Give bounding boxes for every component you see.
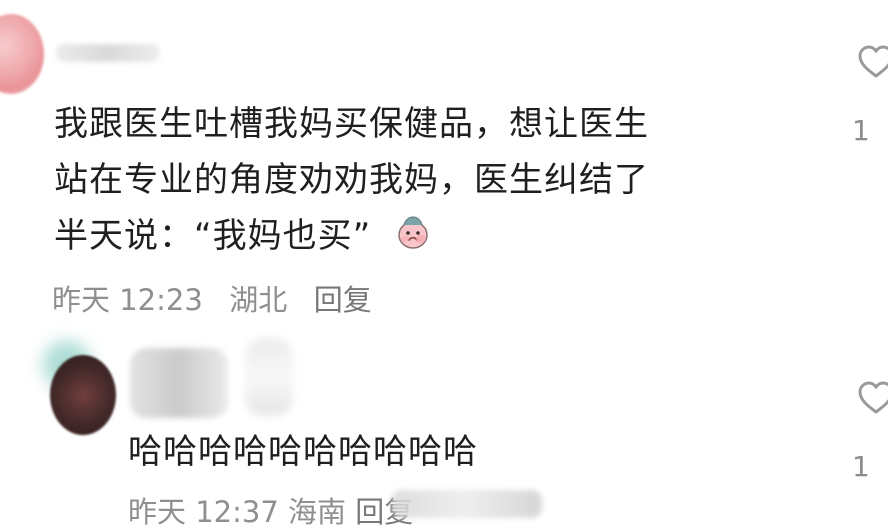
comment-time: 昨天 12:23 <box>52 283 203 317</box>
comment-reply-link[interactable]: 回复 <box>314 280 372 320</box>
commenter-avatar[interactable] <box>0 14 44 94</box>
sad-face-sticker-icon <box>393 213 433 253</box>
reply-meta-row: 昨天 12:37 海南 回复 <box>128 494 413 528</box>
comment-line-3: 半天说：“我妈也买” <box>54 208 774 264</box>
reply-avatar[interactable] <box>50 355 116 435</box>
commenter-username-obscured <box>56 44 160 62</box>
reply-like-area[interactable]: 1 <box>848 378 888 488</box>
comment-line-3-text: 半天说：“我妈也买” <box>54 216 372 256</box>
comment-location: 湖北 <box>229 283 288 317</box>
reply-username-obscured <box>130 348 228 418</box>
reply-badge-obscured <box>245 338 293 416</box>
heart-icon[interactable] <box>856 42 888 82</box>
reply-meta-obscured <box>392 490 542 518</box>
comment-like-area[interactable]: 1 <box>848 42 888 142</box>
reply-time: 昨天 12:37 <box>128 495 279 528</box>
comment-line-1: 我跟医生吐槽我妈买保健品，想让医生 <box>54 104 649 144</box>
reply-comment-text: 哈哈哈哈哈哈哈哈哈哈 <box>128 432 478 472</box>
comment-meta-row: 昨天 12:23 湖北 回复 <box>52 278 372 320</box>
reply-like-count: 1 <box>852 450 870 483</box>
comment-line-2: 站在专业的角度劝劝我妈，医生纠结了 <box>54 160 649 200</box>
comment-like-count: 1 <box>852 114 870 142</box>
comment-thread-screen: 我跟医生吐槽我妈买保健品，想让医生 站在专业的角度劝劝我妈，医生纠结了 半天说：… <box>0 0 888 528</box>
reply-location: 海南 <box>288 495 347 528</box>
main-comment-text: 我跟医生吐槽我妈买保健品，想让医生 站在专业的角度劝劝我妈，医生纠结了 半天说：… <box>54 96 774 264</box>
heart-icon[interactable] <box>856 378 888 418</box>
